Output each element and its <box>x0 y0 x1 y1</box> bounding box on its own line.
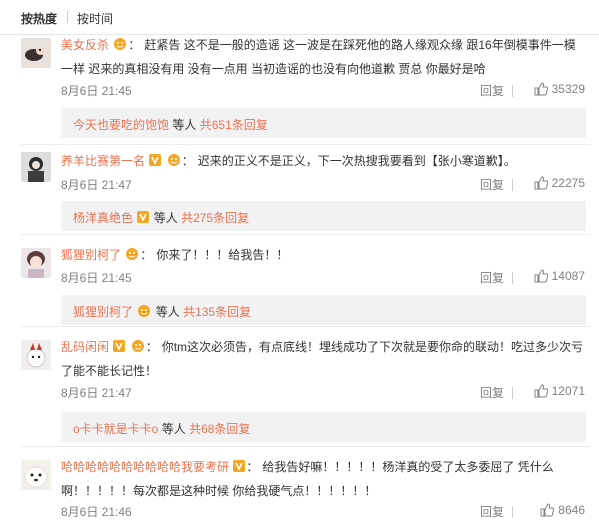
comment-time: 8月6日 21:45 <box>61 271 132 285</box>
like-count: 35329 <box>551 82 585 96</box>
thumbs-up-icon <box>534 384 548 398</box>
reply-count-link[interactable]: 共651条回复 <box>200 118 268 132</box>
verified-v-icon <box>148 152 162 174</box>
fan-badge-icon <box>124 246 140 268</box>
comment-item: 美女反杀 ：赶紧告 这不是一般的造谣 这一波是在踩死他的路人缘观众缘 跟16年倒… <box>0 34 599 144</box>
thumbs-up-icon <box>534 176 548 190</box>
sort-separator <box>67 11 68 23</box>
divider <box>21 446 591 447</box>
reply-button[interactable]: 回复 <box>480 503 504 520</box>
comment-username[interactable]: 乱码闲闲 <box>61 340 109 354</box>
reply-etc: 等人 <box>161 422 186 436</box>
divider <box>21 326 591 327</box>
comment-time: 8月6日 21:47 <box>61 386 132 400</box>
thumbs-up-icon <box>540 503 555 517</box>
comment-item: 狐狸别柯了 ：你来了！！！给我告！！ 8月6日 21:45 回复 14087 狐… <box>0 236 599 325</box>
like-button[interactable]: 35329 <box>534 82 585 96</box>
verified-v-icon <box>136 210 150 227</box>
comment-text: 迟来的正义不是正义，下一次热搜我要看到【张小寒道歉】。 <box>197 154 516 168</box>
thumbs-up-icon <box>534 82 548 96</box>
avatar[interactable] <box>21 248 51 278</box>
fan-badge-icon <box>112 36 128 58</box>
comment-text: 你来了！！！给我告！！ <box>156 248 289 262</box>
divider <box>21 144 591 145</box>
avatar[interactable] <box>21 460 51 490</box>
sort-tab-time[interactable]: 按时间 <box>77 10 113 27</box>
reply-etc: 等人 <box>153 211 178 225</box>
fan-badge-icon <box>136 304 152 321</box>
action-separator <box>512 85 513 97</box>
reply-button[interactable]: 回复 <box>480 82 504 99</box>
verified-v-icon <box>112 338 126 360</box>
reply-summary[interactable]: 杨洋真绝色 等人 共275条回复 <box>61 201 586 231</box>
like-count: 8646 <box>558 503 585 517</box>
reply-count-link[interactable]: 共275条回复 <box>181 211 249 225</box>
reply-username[interactable]: 杨洋真绝色 <box>73 211 133 225</box>
fan-badge-icon <box>130 338 146 360</box>
verified-v-icon <box>232 458 246 480</box>
comment-item: 养羊比赛第一名 ：迟来的正义不是正义，下一次热搜我要看到【张小寒道歉】。 8月6… <box>0 146 599 232</box>
action-separator <box>512 272 513 284</box>
sort-bar: 按热度 按时间 <box>0 0 599 35</box>
comment-username[interactable]: 养羊比赛第一名 <box>61 154 145 168</box>
like-button[interactable]: 12071 <box>534 384 585 398</box>
thumbs-up-icon <box>534 269 548 283</box>
reply-count-link[interactable]: 共68条回复 <box>189 422 250 436</box>
reply-count-link[interactable]: 共135条回复 <box>183 305 251 319</box>
comment-username[interactable]: 哈哈哈哈哈哈哈哈哈哈我要考研 <box>61 460 229 474</box>
avatar[interactable] <box>21 38 51 68</box>
reply-username[interactable]: 今天也要吃的饱饱 <box>73 118 169 132</box>
reply-etc: 等人 <box>172 118 197 132</box>
comment-time: 8月6日 21:47 <box>61 178 132 192</box>
action-separator <box>512 387 513 399</box>
action-separator <box>512 179 513 191</box>
comment-item: 哈哈哈哈哈哈哈哈哈哈我要考研 ：给我告好嘛！！！！！杨洋真的受了太多委屈了 凭什… <box>0 450 599 525</box>
like-count: 22275 <box>551 176 585 190</box>
comment-time: 8月6日 21:45 <box>61 84 132 98</box>
like-button[interactable]: 14087 <box>534 269 585 283</box>
like-count: 14087 <box>551 269 585 283</box>
divider <box>21 234 591 235</box>
avatar[interactable] <box>21 152 51 182</box>
reply-username[interactable]: o卡卡就是卡卡o <box>73 422 158 436</box>
comment-username[interactable]: 狐狸别柯了 <box>61 248 121 262</box>
action-separator <box>512 506 513 518</box>
reply-summary[interactable]: o卡卡就是卡卡o 等人 共68条回复 <box>61 412 586 442</box>
reply-button[interactable]: 回复 <box>480 384 504 401</box>
reply-summary[interactable]: 今天也要吃的饱饱 等人 共651条回复 <box>61 108 586 138</box>
comment-username[interactable]: 美女反杀 <box>61 38 109 52</box>
reply-username[interactable]: 狐狸别柯了 <box>73 305 133 319</box>
reply-button[interactable]: 回复 <box>480 269 504 286</box>
fan-badge-icon <box>166 152 182 174</box>
sort-tab-hot[interactable]: 按热度 <box>21 10 57 27</box>
reply-button[interactable]: 回复 <box>480 176 504 193</box>
like-count: 12071 <box>551 384 585 398</box>
reply-summary[interactable]: 狐狸别柯了 等人 共135条回复 <box>61 295 586 325</box>
avatar[interactable] <box>21 340 51 370</box>
like-button[interactable]: 8646 <box>540 503 585 517</box>
comment-item: 乱码闲闲 ：你tm这次必须告，有点底线！埋线成功了下次就是要你命的联动！吃过多少… <box>0 330 599 444</box>
reply-etc: 等人 <box>155 305 180 319</box>
comment-time: 8月6日 21:46 <box>61 505 132 519</box>
like-button[interactable]: 22275 <box>534 176 585 190</box>
